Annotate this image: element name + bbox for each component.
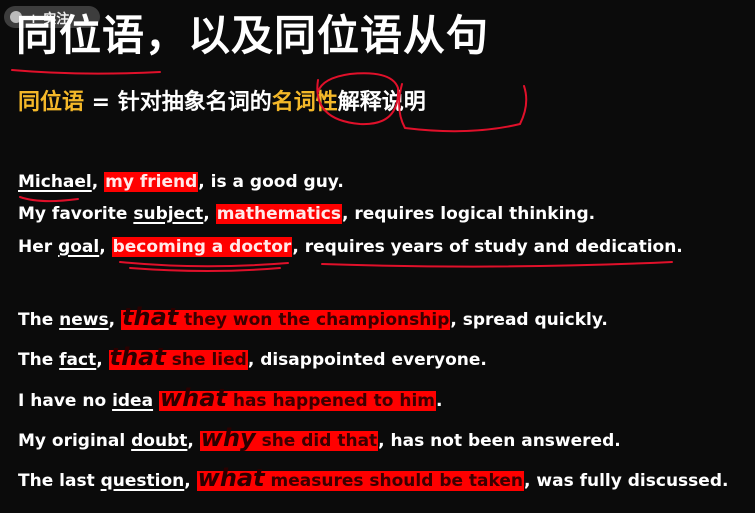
clause-body: they won the championship [178, 310, 450, 330]
definition-line: 同位语 = 针对抽象名词的名词性解释说明 [18, 86, 426, 120]
clause-sentence-3: I have no idea what has happened to him. [18, 386, 442, 413]
head-noun: news [59, 310, 109, 330]
sentence-rest: , is a good guy. [198, 172, 344, 192]
conjunction: that [122, 303, 179, 331]
definition-mid: = 针对抽象名词的 [84, 90, 272, 115]
clause-sentence-1: The news, that they won the championship… [18, 305, 608, 332]
clause-body: measures should be taken [264, 471, 524, 491]
separator: , [108, 310, 122, 330]
sentence-start: My favorite [18, 204, 134, 224]
head-noun: doubt [131, 431, 188, 451]
appositive-clause-highlight: that she lied [108, 345, 248, 370]
example-sentence-3: Her goal, becoming a doctor, requires ye… [18, 235, 683, 259]
appositive-clause-highlight: that they won the championship [121, 305, 451, 330]
appositive-clause-highlight: what measures should be taken [196, 466, 525, 491]
sentence-start: I have no [18, 391, 113, 411]
ink-underline-requires [321, 261, 673, 268]
sentence-start: Her [18, 237, 59, 257]
clause-sentence-4: My original doubt, why she did that, has… [18, 426, 621, 453]
sentence-start: The [18, 310, 60, 330]
head-noun: question [100, 471, 185, 491]
example-sentence-2: My favorite subject, mathematics, requir… [18, 202, 595, 226]
sentence-rest: , was fully discussed. [524, 471, 729, 491]
separator: , [96, 350, 109, 370]
head-noun: subject [133, 204, 204, 224]
conjunction: what [197, 464, 265, 492]
definition-tail: 解释说明 [337, 90, 426, 115]
separator: , [203, 204, 216, 224]
clause-sentence-5: The last question, what measures should … [18, 466, 728, 493]
sentence-rest: , requires logical thinking. [341, 204, 596, 224]
sentence-start: The [18, 350, 60, 370]
ink-underline-michael [19, 196, 79, 203]
appositive-clause-highlight: why she did that [199, 426, 379, 451]
definition-term: 同位语 [18, 90, 85, 115]
appositive-highlight: mathematics [215, 204, 342, 224]
appositive-clause-highlight: what has happened to him [158, 386, 436, 411]
separator: , [184, 471, 197, 491]
sentence-rest: , disappointed everyone. [247, 350, 487, 370]
sentence-rest: , spread quickly. [450, 310, 608, 330]
slide-title: 同位语，以及同位语从句 [16, 11, 490, 60]
sentence-rest: . [435, 391, 443, 411]
conjunction: why [200, 424, 256, 452]
head-noun: idea [112, 391, 154, 411]
sentence-start: The last [18, 471, 101, 491]
sentence-start: My original [18, 431, 132, 451]
conjunction: that [109, 343, 166, 371]
example-sentence-1: Michael, my friend, is a good guy. [18, 170, 344, 194]
clause-body: she did that [255, 431, 378, 451]
ink-underline-title [11, 69, 161, 75]
separator: , [91, 172, 105, 192]
conjunction: what [159, 384, 227, 412]
sentence-rest: , has not been answered. [378, 431, 621, 451]
definition-highlight: 名词性 [271, 90, 338, 115]
sentence-rest: , requires years of study and dedication… [292, 237, 683, 257]
head-noun: goal [58, 237, 100, 257]
clause-body: she lied [165, 350, 247, 370]
clause-sentence-2: The fact, that she lied, disappointed ev… [18, 345, 487, 372]
clause-body: has happened to him [226, 391, 435, 411]
ink-underline-goal-1 [119, 261, 289, 268]
separator: , [99, 237, 112, 257]
appositive-highlight: my friend [104, 172, 199, 192]
head-noun: fact [59, 350, 97, 370]
head-noun: Michael [18, 172, 92, 192]
separator: , [187, 431, 200, 451]
ink-underline-goal-2 [129, 267, 281, 272]
appositive-highlight: becoming a doctor [111, 237, 293, 257]
